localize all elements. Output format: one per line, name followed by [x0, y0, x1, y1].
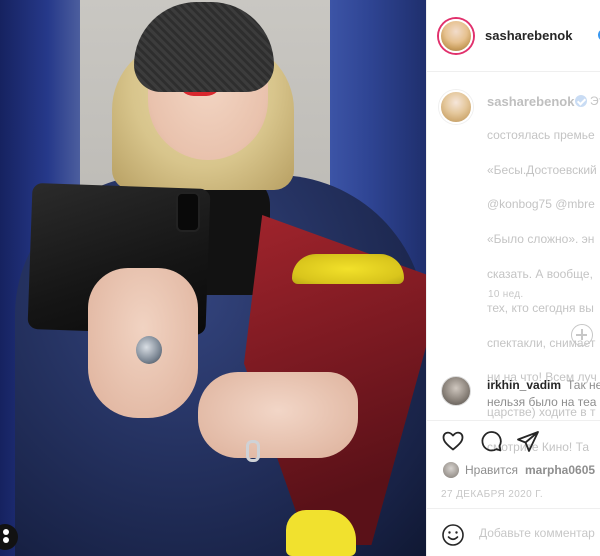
emoji-icon[interactable] — [441, 523, 465, 547]
comment-text-line: нельзя было на теа — [487, 395, 597, 409]
caption-line: «Бесы.Достоевский — [487, 162, 597, 177]
author-username[interactable]: sasharebenok — [485, 28, 572, 43]
caption-line: сказать. А вообще, — [487, 266, 593, 281]
heart-icon[interactable] — [441, 429, 465, 453]
commenter-avatar[interactable] — [441, 376, 471, 406]
post-side-panel: sasharebenok • sasharebenok Эт состоялас… — [426, 0, 600, 556]
add-comment-box — [427, 508, 600, 556]
post-date[interactable]: 27 ДЕКАБРЯ 2020 Г. — [441, 489, 543, 500]
comment-item: irkhin_vadim Так не нельзя было на теа — [427, 372, 600, 412]
liker-avatar[interactable] — [443, 462, 459, 478]
post-header: sasharebenok • — [427, 0, 600, 72]
yellow-flowers — [292, 254, 404, 284]
relative-timestamp[interactable]: 10 нед. — [488, 289, 523, 300]
caption-verified-badge-icon — [575, 95, 587, 107]
post-caption: sasharebenok Эт состоялась премье «Бесы.… — [427, 72, 600, 454]
caption-line: тех, кто сегодня вы — [487, 301, 594, 316]
caption-author-username[interactable]: sasharebenok — [487, 94, 574, 109]
comment-icon[interactable] — [479, 429, 503, 453]
cocktail-ring — [136, 336, 162, 364]
post-photo[interactable] — [0, 0, 426, 556]
caption-line: «Было сложно». эн — [487, 232, 595, 247]
commenter-username[interactable]: irkhin_vadim — [487, 378, 561, 392]
phone-camera — [176, 192, 200, 232]
wedding-ring — [246, 440, 260, 462]
caption-line: @konbog75 @mbre — [487, 197, 595, 212]
author-avatar[interactable] — [439, 19, 473, 53]
likes-row: Нравится marpha0605 — [427, 458, 600, 482]
plus-circle-icon[interactable] — [571, 324, 593, 346]
caption-author-avatar[interactable] — [439, 90, 473, 124]
caption-line: состоялась премье — [487, 128, 595, 143]
yellow-ribbon — [286, 510, 356, 556]
liker-username[interactable]: marpha0605 — [525, 463, 595, 477]
caption-first-word: Эт — [590, 94, 600, 108]
share-icon[interactable] — [516, 429, 540, 453]
hand-on-bouquet — [198, 372, 358, 458]
action-bar — [427, 420, 600, 460]
comment-text-line: Так не — [567, 378, 600, 392]
comment-input[interactable] — [479, 524, 600, 542]
likes-label: Нравится — [465, 463, 518, 477]
